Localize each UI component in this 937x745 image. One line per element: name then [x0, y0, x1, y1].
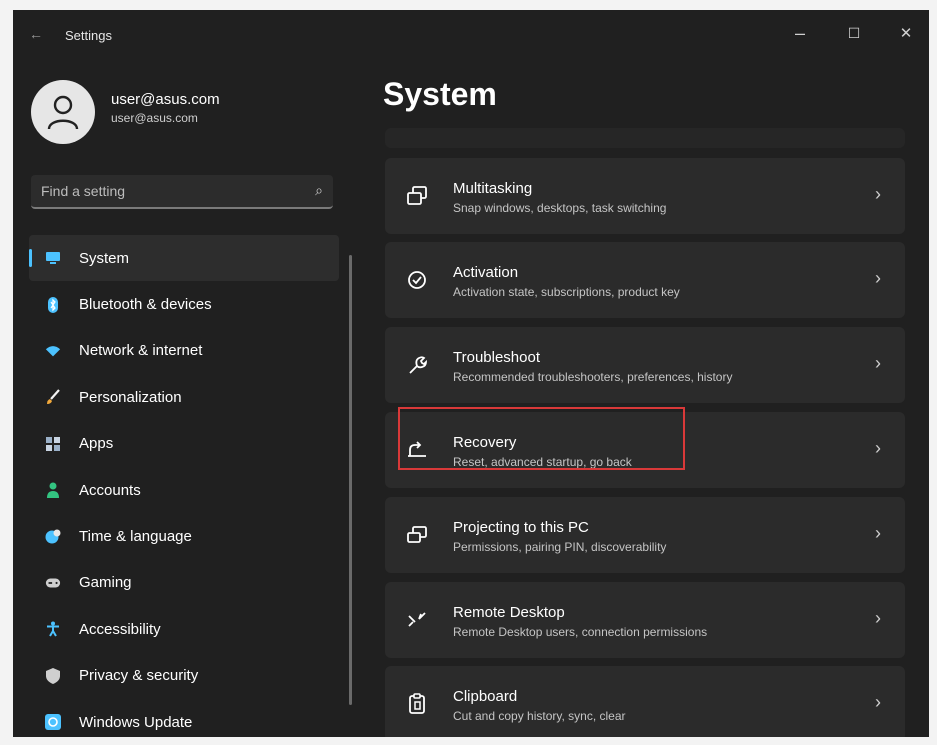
chevron-right-icon: ›: [875, 608, 881, 628]
sidebar-item-label: Accounts: [79, 481, 141, 499]
sidebar-item-label: System: [79, 249, 130, 267]
settings-item-remote-desktop[interactable]: Remote Desktop Remote Desktop users, con…: [385, 582, 905, 658]
close-button[interactable]: ✕: [891, 20, 921, 46]
multitasking-icon: [405, 184, 429, 208]
title-bar: ← Settings – ☐ ✕: [13, 10, 929, 58]
selection-indicator: [29, 249, 32, 267]
settings-item-subtitle: Recommended troubleshooters, preferences…: [453, 370, 733, 384]
accessibility-icon: [45, 621, 61, 637]
sidebar-item-label: Windows Update: [79, 713, 193, 731]
settings-item-subtitle: Permissions, pairing PIN, discoverabilit…: [453, 540, 667, 554]
settings-item-title: Activation: [453, 264, 519, 281]
page-title: System: [383, 76, 497, 112]
maximize-button[interactable]: ☐: [839, 20, 869, 46]
settings-item-title: Multitasking: [453, 180, 533, 197]
gamepad-icon: [45, 575, 61, 591]
sidebar-item-label: Gaming: [79, 574, 132, 592]
avatar[interactable]: [31, 80, 95, 144]
recovery-highlight-box: [398, 407, 685, 470]
settings-item-clipboard[interactable]: Clipboard Cut and copy history, sync, cl…: [385, 666, 905, 737]
search-box[interactable]: ⌕: [31, 175, 333, 209]
user-email: user@asus.com: [111, 111, 198, 125]
settings-item-subtitle: Remote Desktop users, connection permiss…: [453, 625, 708, 639]
projecting-icon: [405, 523, 429, 547]
settings-item-subtitle: Cut and copy history, sync, clear: [453, 709, 626, 723]
settings-item-subtitle: Snap windows, desktops, task switching: [453, 201, 667, 215]
app-title: Settings: [65, 28, 112, 43]
sidebar-item-label: Time & language: [79, 528, 192, 546]
back-arrow-icon[interactable]: ←: [29, 26, 43, 42]
sidebar-item-windows-update[interactable]: Windows Update: [29, 699, 339, 737]
settings-item-title: Troubleshoot: [453, 349, 540, 366]
settings-item-troubleshoot[interactable]: Troubleshoot Recommended troubleshooters…: [385, 327, 905, 403]
sidebar-item-label: Personalization: [79, 388, 182, 406]
sidebar-item-network-internet[interactable]: Network & internet: [29, 328, 339, 374]
sidebar-item-bluetooth-devices[interactable]: Bluetooth & devices: [29, 281, 339, 327]
settings-item-title: Projecting to this PC: [453, 519, 589, 536]
sidebar-item-accessibility[interactable]: Accessibility: [29, 606, 339, 652]
minimize-button[interactable]: –: [785, 20, 815, 46]
bluetooth-icon: [45, 296, 61, 313]
remote-desktop-icon: [405, 608, 429, 632]
settings-item-subtitle: Activation state, subscriptions, product…: [453, 285, 680, 299]
settings-item-activation[interactable]: Activation Activation state, subscriptio…: [385, 242, 905, 318]
sidebar-item-label: Apps: [79, 435, 114, 453]
search-icon[interactable]: ⌕: [315, 182, 323, 199]
sidebar-item-accounts[interactable]: Accounts: [29, 467, 339, 513]
chevron-right-icon: ›: [875, 692, 881, 712]
chevron-right-icon: ›: [875, 268, 881, 288]
sidebar-item-label: Bluetooth & devices: [79, 296, 212, 314]
search-input[interactable]: [39, 182, 293, 200]
activation-check-icon: [405, 268, 429, 292]
wifi-icon: [45, 343, 61, 359]
clipboard-icon: [405, 692, 429, 716]
chevron-right-icon: ›: [875, 523, 881, 543]
brush-icon: [45, 389, 61, 405]
sidebar-item-label: Accessibility: [79, 620, 161, 638]
chevron-right-icon: ›: [875, 353, 881, 373]
person-icon: [45, 482, 61, 499]
sidebar-item-label: Network & internet: [79, 342, 203, 360]
list-item-partial: [385, 128, 905, 148]
sidebar-item-personalization[interactable]: Personalization: [29, 374, 339, 420]
chevron-right-icon: ›: [875, 438, 881, 458]
sidebar-item-label: Privacy & security: [79, 667, 199, 685]
sidebar-item-privacy-security[interactable]: Privacy & security: [29, 653, 339, 699]
sidebar-item-gaming[interactable]: Gaming: [29, 560, 339, 606]
user-name: user@asus.com: [111, 91, 220, 108]
sidebar-scrollbar[interactable]: [349, 255, 352, 705]
sidebar-item-time-language[interactable]: Time & language: [29, 513, 339, 559]
monitor-icon: [45, 250, 61, 266]
settings-item-title: Clipboard: [453, 688, 518, 705]
settings-item-multitasking[interactable]: Multitasking Snap windows, desktops, tas…: [385, 158, 905, 234]
sidebar-item-system[interactable]: System: [29, 235, 339, 282]
wrench-icon: [405, 353, 429, 377]
globe-clock-icon: [45, 529, 61, 545]
sidebar-nav: System Bluetooth & devices Network & int…: [29, 235, 339, 737]
person-avatar-icon: [47, 95, 79, 130]
apps-icon: [45, 436, 61, 452]
settings-item-title: Remote Desktop: [453, 604, 565, 621]
shield-icon: [45, 667, 61, 684]
settings-item-projecting[interactable]: Projecting to this PC Permissions, pairi…: [385, 497, 905, 573]
settings-window: ← Settings – ☐ ✕ user@asus.com user@asus…: [13, 10, 929, 737]
windows-update-icon: [45, 714, 61, 731]
sidebar-item-apps[interactable]: Apps: [29, 421, 339, 467]
chevron-right-icon: ›: [875, 184, 881, 204]
